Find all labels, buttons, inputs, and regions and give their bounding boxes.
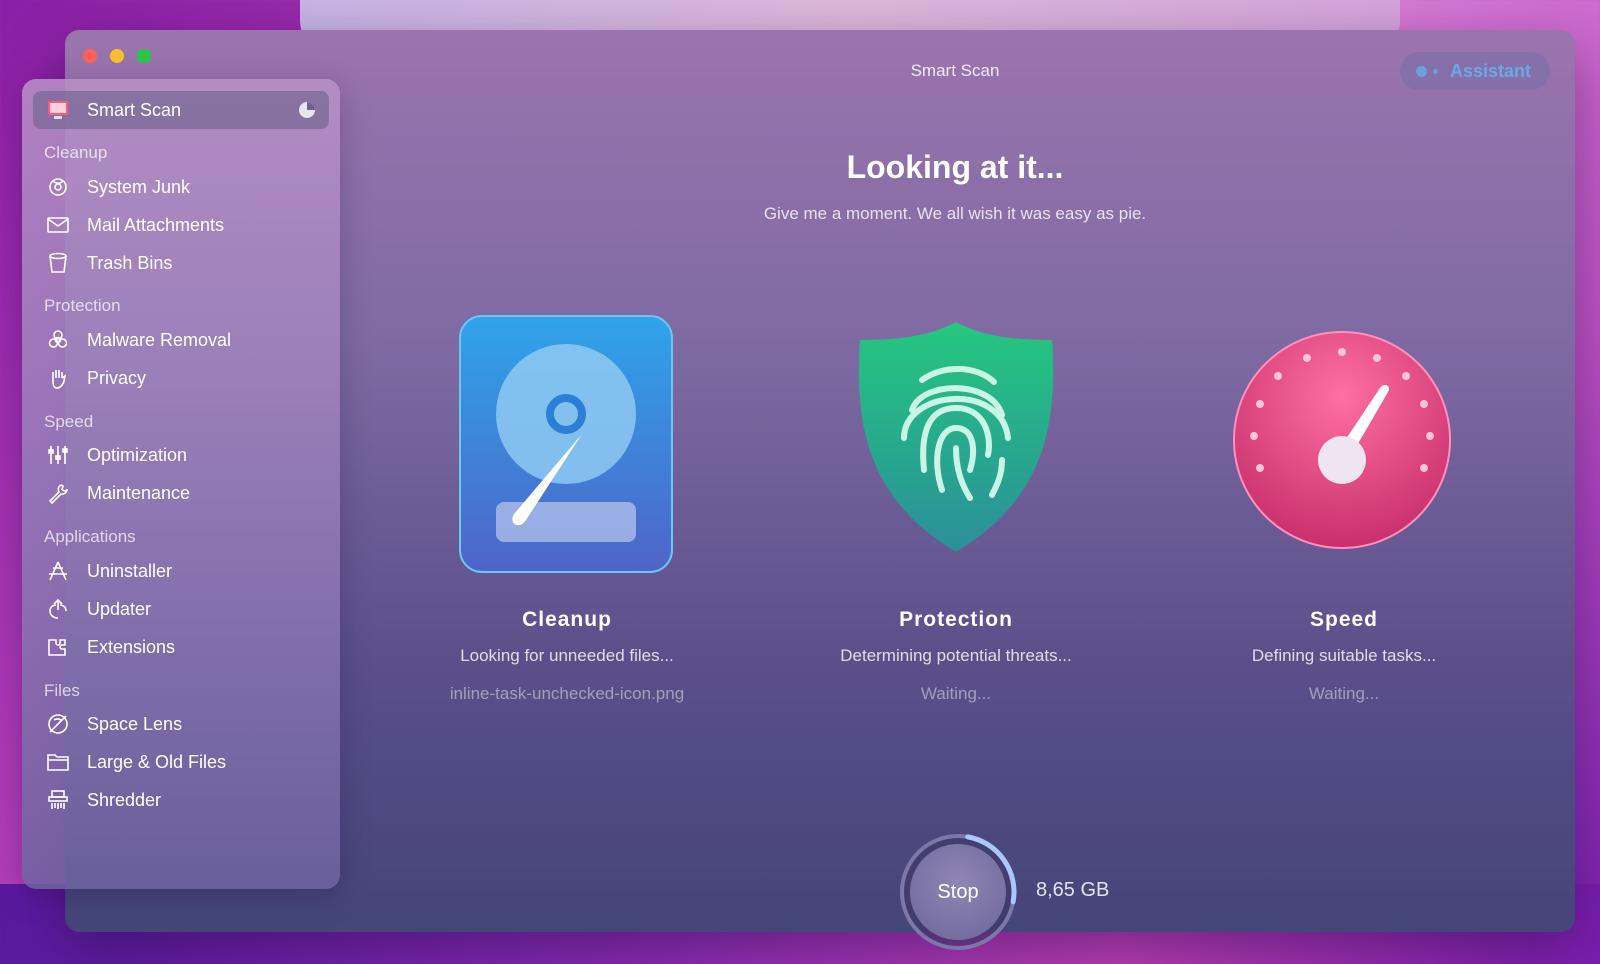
- stop-control: Stop: [898, 832, 1018, 952]
- assistant-dot-icon: [1416, 65, 1427, 77]
- sidebar-item-system-junk[interactable]: System Junk: [22, 168, 340, 206]
- sidebar-item-label: Space Lens: [87, 713, 183, 734]
- sidebar-section-files: Files: [44, 681, 80, 700]
- sidebar-item-label: Maintenance: [87, 482, 191, 503]
- module-name: Protection: [899, 608, 1013, 631]
- sidebar-item-label: Mail Attachments: [87, 214, 225, 235]
- wrench-icon: [45, 480, 71, 506]
- sidebar-item-label: Large & Old Files: [87, 751, 227, 772]
- speedometer-icon: [1233, 331, 1451, 549]
- mail-icon: [45, 212, 71, 238]
- shredder-icon: [45, 787, 71, 813]
- sidebar: Smart Scan Cleanup System Junk Mail Atta…: [22, 79, 340, 889]
- sidebar-item-label: Optimization: [87, 444, 188, 465]
- module-substatus: Waiting...: [1308, 684, 1380, 703]
- sidebar-item-updater[interactable]: Updater: [22, 590, 340, 628]
- hard-drive-icon: [459, 315, 673, 573]
- biohazard-icon: [45, 327, 71, 353]
- scanned-size: 8,65 GB: [1036, 879, 1110, 901]
- updater-icon: [45, 596, 71, 622]
- space-lens-icon: [45, 711, 71, 737]
- module-status: Determining potential threats...: [840, 646, 1072, 665]
- stop-button[interactable]: Stop: [910, 844, 1006, 940]
- sidebar-item-label: Shredder: [87, 789, 162, 810]
- page-subline: Give me a moment. We all wish it was eas…: [763, 204, 1147, 223]
- uninstaller-icon: [45, 558, 71, 584]
- extensions-icon: [45, 634, 71, 660]
- sidebar-item-trash-bins[interactable]: Trash Bins: [22, 244, 340, 282]
- module-status: Looking for unneeded files...: [460, 646, 674, 665]
- sidebar-section-applications: Applications: [44, 527, 136, 546]
- sidebar-item-label: Trash Bins: [87, 252, 173, 273]
- sidebar-section-cleanup: Cleanup: [44, 143, 108, 162]
- sidebar-item-label: Updater: [87, 598, 152, 619]
- sidebar-section-protection: Protection: [44, 296, 121, 315]
- sliders-icon: [45, 442, 71, 468]
- sidebar-item-mail-attachments[interactable]: Mail Attachments: [22, 206, 340, 244]
- sidebar-item-optimization[interactable]: Optimization: [22, 436, 340, 474]
- sidebar-item-label: Privacy: [87, 367, 147, 388]
- module-substatus: Waiting...: [920, 684, 992, 703]
- folder-icon: [45, 749, 71, 775]
- sidebar-item-smart-scan[interactable]: Smart Scan: [22, 91, 340, 129]
- sidebar-item-extensions[interactable]: Extensions: [22, 628, 340, 666]
- sidebar-section-speed: Speed: [44, 412, 94, 431]
- sidebar-item-label: Smart Scan: [87, 99, 182, 120]
- module-name: Cleanup: [522, 608, 612, 631]
- window-title: Smart Scan: [910, 61, 1000, 80]
- fingerprint-shield-icon: [858, 322, 1054, 552]
- sidebar-item-label: Malware Removal: [87, 329, 232, 350]
- sidebar-item-uninstaller[interactable]: Uninstaller: [22, 552, 340, 590]
- module-name: Speed: [1309, 608, 1379, 631]
- module-status: Defining suitable tasks...: [1251, 646, 1437, 665]
- sidebar-item-label: Uninstaller: [87, 560, 173, 581]
- sidebar-item-label: Extensions: [87, 636, 176, 657]
- module-substatus: inline-task-unchecked-icon.png: [449, 684, 685, 703]
- hand-icon: [45, 365, 71, 391]
- assistant-button[interactable]: Assistant: [1400, 52, 1550, 90]
- sidebar-item-shredder[interactable]: Shredder: [22, 781, 340, 819]
- sidebar-item-large-old-files[interactable]: Large & Old Files: [22, 743, 340, 781]
- system-junk-icon: [45, 174, 71, 200]
- sidebar-item-malware-removal[interactable]: Malware Removal: [22, 321, 340, 359]
- assistant-small-dot-icon: [1433, 68, 1438, 74]
- scan-progress-pie-icon: [299, 102, 315, 118]
- sidebar-item-space-lens[interactable]: Space Lens: [22, 705, 340, 743]
- trash-icon: [45, 250, 71, 276]
- sidebar-item-privacy[interactable]: Privacy: [22, 359, 340, 397]
- page-headline: Looking at it...: [846, 149, 1064, 185]
- assistant-label: Assistant: [1450, 60, 1532, 81]
- sidebar-item-label: System Junk: [87, 176, 191, 197]
- sidebar-item-maintenance[interactable]: Maintenance: [22, 474, 340, 512]
- smart-scan-icon: [45, 97, 71, 123]
